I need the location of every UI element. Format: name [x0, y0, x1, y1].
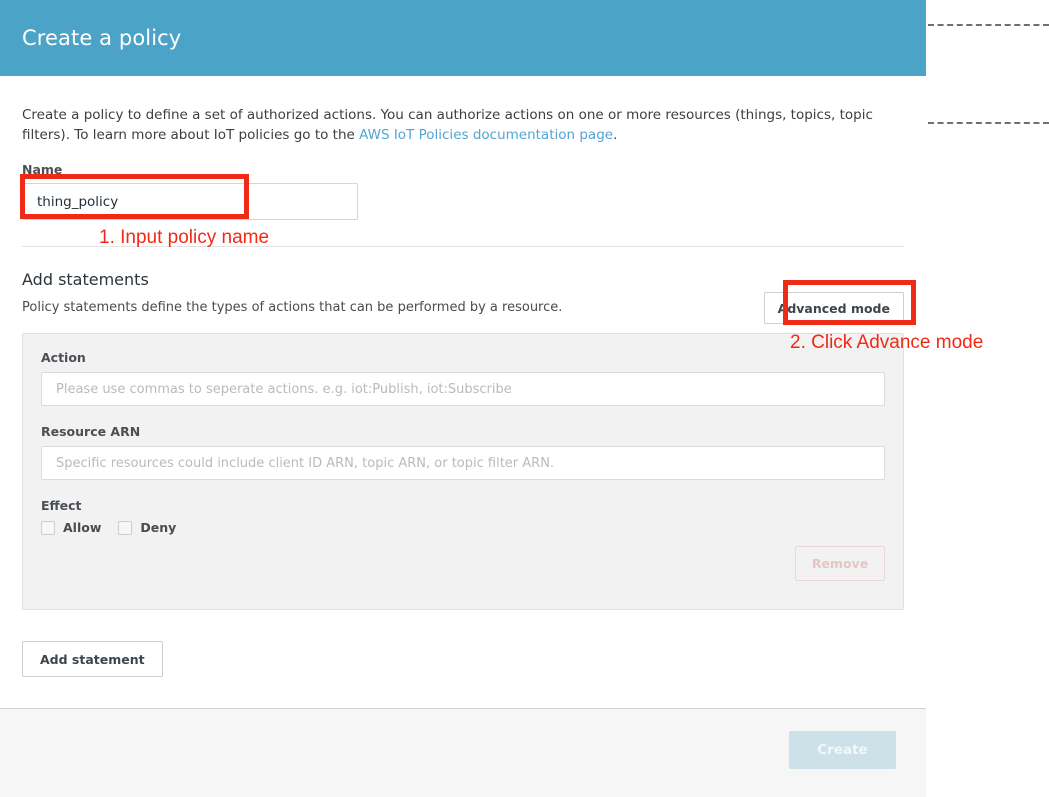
create-policy-modal: Create a policy Create a policy to defin…: [0, 0, 926, 797]
allow-label: Allow: [63, 520, 102, 535]
resource-arn-label: Resource ARN: [41, 424, 141, 439]
page-rule-top: [928, 24, 1049, 26]
modal-footer: Create: [0, 708, 926, 797]
resource-arn-input[interactable]: [41, 446, 885, 480]
allow-checkbox[interactable]: [41, 520, 55, 535]
intro-paragraph: Create a policy to define a set of autho…: [22, 76, 887, 145]
name-field-row: [22, 183, 904, 221]
action-input[interactable]: [41, 372, 885, 406]
page-rule-second: [928, 122, 1049, 124]
action-field-group: Action: [41, 350, 885, 406]
section-divider: [22, 246, 904, 247]
modal-body: Create a policy to define a set of autho…: [0, 76, 926, 677]
create-button[interactable]: Create: [789, 731, 896, 769]
add-statements-section-head: Add statements Policy statements define …: [22, 270, 904, 324]
effect-options-row: Allow Deny: [41, 520, 885, 535]
remove-statement-button[interactable]: Remove: [795, 546, 885, 581]
resource-arn-field-group: Resource ARN: [41, 424, 885, 480]
effect-field-group: Effect Allow Deny: [41, 498, 885, 535]
page-title: Create a policy: [22, 26, 182, 50]
add-statements-title: Add statements: [22, 270, 149, 289]
action-label: Action: [41, 350, 86, 365]
policy-name-input[interactable]: [22, 183, 358, 220]
statement-card: Action Resource ARN Effect Allow Deny Re…: [22, 333, 904, 610]
iot-policies-doc-link[interactable]: AWS IoT Policies documentation page: [359, 127, 613, 143]
advanced-mode-button[interactable]: Advanced mode: [763, 292, 904, 324]
intro-text-after: .: [613, 127, 618, 143]
modal-header: Create a policy: [0, 0, 926, 76]
deny-checkbox[interactable]: [118, 520, 133, 535]
add-statement-button[interactable]: Add statement: [22, 641, 163, 677]
effect-label: Effect: [41, 498, 82, 513]
name-label: Name: [22, 162, 63, 177]
deny-label: Deny: [140, 520, 177, 535]
